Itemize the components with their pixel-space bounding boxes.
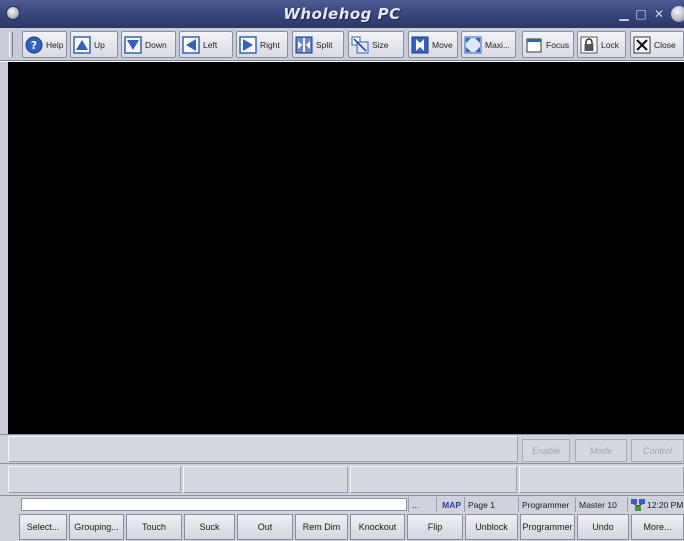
panel-slot-3[interactable] xyxy=(350,466,517,493)
move-icon xyxy=(411,36,429,53)
knockout-button[interactable]: Knockout xyxy=(350,514,405,540)
out-button[interactable]: Out xyxy=(237,514,293,540)
lock-icon xyxy=(580,36,598,53)
programmer-button[interactable]: Programmer xyxy=(520,514,575,540)
unblock-button[interactable]: Unblock xyxy=(465,514,518,540)
control-button[interactable]: Control xyxy=(631,439,684,462)
suck-button[interactable]: Suck xyxy=(184,514,235,540)
split-button[interactable]: Split xyxy=(292,31,344,58)
focus-button[interactable]: Focus xyxy=(522,31,574,58)
arrow-up-icon xyxy=(73,35,91,54)
maximize-button[interactable]: Maxi... xyxy=(461,31,516,58)
enable-button[interactable]: Enable xyxy=(522,439,570,462)
bottom-button-bar: Select... Grouping... Touch Suck Out Rem… xyxy=(0,512,684,541)
clock-time: 12:20 PM xyxy=(647,499,684,510)
master-indicator: Master 10 xyxy=(575,497,627,512)
close-button[interactable]: Close xyxy=(630,31,684,58)
panel-slot-4[interactable] xyxy=(519,466,684,493)
down-button[interactable]: Down xyxy=(121,31,176,58)
close-x-icon xyxy=(633,36,651,53)
more-button[interactable]: More... xyxy=(631,514,684,540)
size-button[interactable]: Size xyxy=(348,31,404,58)
up-button[interactable]: Up xyxy=(70,31,118,58)
flip-button[interactable]: Flip xyxy=(407,514,463,540)
map-indicator: MAP xyxy=(436,497,464,512)
left-button[interactable]: Left xyxy=(179,31,233,58)
touch-button[interactable]: Touch xyxy=(126,514,182,540)
status-dots: ... xyxy=(408,497,436,512)
toolbar-grip[interactable] xyxy=(9,32,13,57)
info-panel xyxy=(8,436,518,462)
control-band: Enable Mode Control xyxy=(0,434,684,463)
rem-dim-button[interactable]: Rem Dim xyxy=(295,514,348,540)
right-button[interactable]: Right xyxy=(236,31,288,58)
maximize-icon xyxy=(464,36,482,53)
panel-band xyxy=(0,463,684,495)
command-line-input[interactable] xyxy=(21,498,407,511)
svg-text:?: ? xyxy=(31,39,37,52)
arrow-right-icon xyxy=(239,35,257,54)
size-icon xyxy=(351,36,369,53)
select-button[interactable]: Select... xyxy=(19,514,67,540)
network-icon xyxy=(631,498,645,511)
editor-indicator: Programmer xyxy=(518,497,575,512)
panel-slot-2[interactable] xyxy=(183,466,348,493)
move-button[interactable]: Move xyxy=(408,31,458,58)
grouping-button[interactable]: Grouping... xyxy=(69,514,124,540)
main-view[interactable] xyxy=(0,62,684,434)
clock-indicator: 12:20 PM xyxy=(627,497,684,512)
focus-icon xyxy=(526,38,542,52)
arrow-left-icon xyxy=(182,35,200,54)
help-button[interactable]: ? Help xyxy=(22,31,67,58)
help-icon: ? xyxy=(25,36,43,53)
window-toolbar: ? Help Up Down Left Right Split Size Mov… xyxy=(0,28,684,61)
maximize-window-icon[interactable]: □ xyxy=(634,7,648,21)
page-indicator: Page 1 xyxy=(464,497,518,512)
mode-button[interactable]: Mode xyxy=(575,439,627,462)
close-window-icon[interactable]: ✕ xyxy=(652,7,666,21)
window-title: Wholehog PC xyxy=(283,5,401,23)
minimize-icon[interactable]: ▁ xyxy=(617,7,631,21)
undo-button[interactable]: Undo xyxy=(577,514,629,540)
split-icon xyxy=(295,36,313,53)
window-orb-icon[interactable] xyxy=(671,6,684,22)
title-bar: Wholehog PC ▁ □ ✕ xyxy=(0,0,684,28)
arrow-down-icon xyxy=(124,35,142,54)
status-bar: ... MAP Page 1 Programmer Master 10 12:2… xyxy=(0,495,684,512)
panel-slot-1[interactable] xyxy=(8,466,181,493)
lock-button[interactable]: Lock xyxy=(577,31,626,58)
